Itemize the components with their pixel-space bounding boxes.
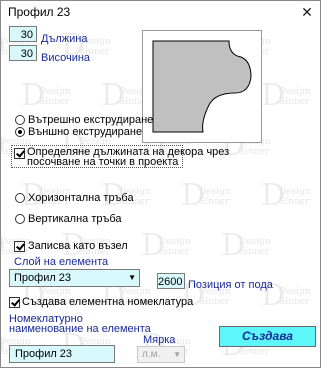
watermark-word: Sinner — [39, 97, 70, 107]
vertical-pipe-radio[interactable] — [15, 214, 25, 224]
watermark-word: Sinner — [199, 197, 230, 207]
horizontal-pipe-label: Хоризонтална тръба — [28, 192, 134, 204]
floor-position-input[interactable]: 2600 — [157, 273, 185, 289]
length-input[interactable]: 30 — [9, 26, 37, 42]
watermark-tile: DDesignSinner — [261, 181, 320, 211]
create-button[interactable]: Създава — [219, 326, 316, 347]
inner-extrusion-radio[interactable] — [15, 115, 25, 125]
watermark-word: Design — [159, 237, 191, 247]
height-input[interactable]: 30 — [9, 45, 37, 61]
watermark-tile: DDesignSinner — [221, 231, 281, 261]
height-label: Височина — [41, 52, 91, 64]
watermark-word: Sinner — [159, 247, 190, 257]
watermark-word: Design — [279, 187, 311, 197]
layer-label: Слой на елемента — [14, 256, 109, 268]
horizontal-pipe-radio[interactable] — [15, 193, 25, 203]
nomenclature-name-input[interactable]: Профил 23 — [9, 345, 115, 363]
unit-select-value: л.м. — [142, 349, 161, 360]
close-icon[interactable]: ✕ — [298, 3, 316, 21]
watermark-word: Sinner — [239, 347, 270, 357]
watermark-tile: DDesignSinner — [181, 181, 241, 211]
profile-preview — [142, 30, 262, 143]
vertical-pipe-label: Вертикална тръба — [28, 213, 122, 225]
chevron-down-icon[interactable]: ▼ — [128, 273, 136, 282]
length-by-points-label-2: посочване на точки в проекта — [27, 156, 179, 168]
watermark-word: Design — [239, 237, 271, 247]
dialog-body: DDesignSinnerDDesignSinnerDDesignSinnerD… — [1, 23, 320, 367]
watermark-tile: DDesignSinner — [21, 81, 81, 111]
profile-dialog: Профил 23 ✕ DDesignSinner DDesignSinner DD… — [0, 0, 321, 368]
watermark-word: Sinner — [279, 97, 310, 107]
title-bar: Профил 23 ✕ — [1, 1, 320, 23]
watermark-word: Design — [39, 87, 71, 97]
watermark-word: Sinner — [279, 297, 310, 307]
layer-select[interactable]: Профил 23 ▼ — [9, 269, 140, 287]
outer-extrusion-radio[interactable] — [15, 127, 25, 137]
unit-select: л.м. ▼ — [137, 346, 185, 363]
watermark-word: Sinner — [239, 147, 270, 157]
watermark-word: Sinner — [279, 197, 310, 207]
inner-extrusion-label: Вътрешно екструдиране — [28, 114, 154, 126]
profile-shape-icon — [152, 40, 252, 133]
length-label: Дължина — [41, 33, 88, 45]
outer-extrusion-label: Външно екструдиране — [28, 126, 143, 138]
layer-select-value: Профил 23 — [14, 272, 72, 284]
watermark-word: Sinner — [239, 247, 270, 257]
window-title: Профил 23 — [8, 5, 71, 19]
chevron-down-icon: ▼ — [173, 350, 181, 359]
nomenclature-name-label-2: наименование на елемента — [9, 323, 151, 335]
element-nomenclature-label: Създава елементна номеклатура — [22, 296, 194, 308]
save-as-node-label: Записва като възел — [28, 240, 128, 252]
watermark-tile: DDesignSinner — [141, 231, 201, 261]
watermark-word: Design — [279, 87, 311, 97]
save-as-node-checkbox[interactable] — [14, 241, 25, 252]
watermark-word: Design — [199, 187, 231, 197]
watermark-tile: DDesignSinner — [261, 81, 320, 111]
watermark-word: Sinner — [199, 297, 230, 307]
element-nomenclature-checkbox[interactable] — [9, 297, 20, 308]
floor-position-label: Позиция от пода — [188, 279, 273, 291]
watermark-word: Design — [279, 287, 311, 297]
unit-label: Мярка — [143, 334, 176, 346]
